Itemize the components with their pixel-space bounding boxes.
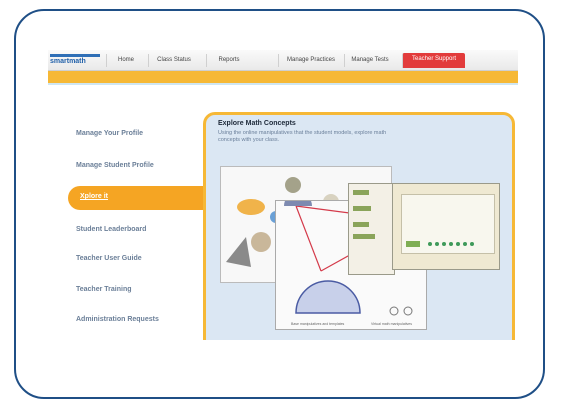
list-chip-2	[353, 206, 371, 211]
list-illustration	[353, 190, 375, 239]
mini-protractor-icon	[284, 192, 312, 206]
globe-icon	[285, 177, 301, 193]
workspace-preview	[392, 183, 500, 270]
logo-text: smartmath	[50, 58, 86, 65]
side-list-preview	[348, 183, 395, 275]
tool-icon-1[interactable]	[389, 306, 399, 316]
tab-reports[interactable]: Reports	[206, 54, 251, 67]
sidebar-item-teacher-training[interactable]: Teacher Training	[76, 286, 132, 293]
list-chip-4	[353, 234, 375, 239]
leaf-icon	[226, 237, 251, 267]
tab-manage-practices[interactable]: Manage Practices	[278, 54, 343, 67]
tab-home[interactable]: Home	[106, 54, 145, 67]
orange-banner	[48, 71, 518, 83]
logo-bar	[50, 54, 100, 57]
workspace-button[interactable]	[406, 241, 420, 247]
progress-dots	[428, 242, 474, 246]
top-navigation: smartmath Home Class Status Reports Mana…	[48, 50, 518, 71]
tab-class-status[interactable]: Class Status	[148, 54, 199, 67]
tool-icon-2[interactable]	[403, 306, 413, 316]
sidebar-item-manage-student-profile[interactable]: Manage Student Profile	[76, 162, 154, 169]
list-chip-1	[353, 190, 369, 195]
panel-description: Using the online manipulatives that the …	[218, 130, 387, 143]
sidebar-item-label: Xplore it	[80, 193, 109, 200]
sidebar-item-teacher-user-guide[interactable]: Teacher User Guide	[76, 255, 142, 262]
list-chip-3	[353, 222, 369, 227]
tools-caption: Virtual math manipulatives	[371, 322, 412, 326]
protractor-caption: Base manipulatives and templates	[291, 322, 345, 326]
panel-title: Explore Math Concepts	[218, 120, 296, 127]
smartmath-logo[interactable]: smartmath	[50, 54, 102, 68]
protractor-icon	[295, 280, 361, 314]
tab-teacher-support[interactable]: Teacher Support	[402, 53, 465, 68]
sidebar-item-xplore-it[interactable]: Xplore it	[68, 186, 208, 210]
divider-line	[48, 83, 518, 85]
sidebar-item-student-leaderboard[interactable]: Student Leaderboard	[76, 226, 146, 233]
planet-icon	[237, 199, 265, 215]
cookie-icon	[251, 232, 271, 252]
sidebar-item-administration-requests[interactable]: Administration Requests	[76, 316, 159, 323]
sidebar-item-manage-your-profile[interactable]: Manage Your Profile	[76, 130, 143, 137]
workspace-illustration	[406, 241, 474, 247]
workspace-canvas	[401, 194, 495, 254]
tab-manage-tests[interactable]: Manage Tests	[344, 54, 395, 67]
